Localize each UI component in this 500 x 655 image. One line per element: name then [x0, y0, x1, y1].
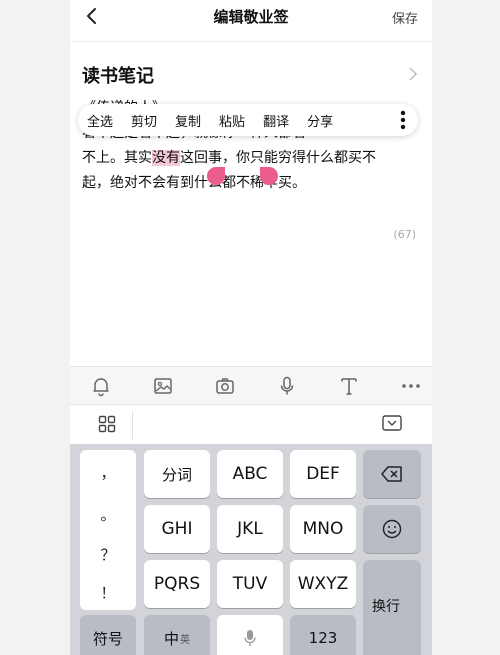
note-title[interactable]: 读书笔记: [82, 62, 154, 88]
key-pqrs[interactable]: PQRS: [144, 560, 210, 608]
backspace-icon: [381, 466, 402, 482]
space-voice-key[interactable]: [217, 615, 283, 655]
key-label: DEF: [306, 464, 340, 484]
menu-paste[interactable]: 粘贴: [210, 111, 254, 130]
header: 编辑敬业签 保存: [70, 0, 432, 36]
punct-question[interactable]: ？: [80, 544, 136, 565]
key-ghi[interactable]: GHI: [144, 505, 210, 553]
key-sub-label: 英: [180, 634, 190, 646]
key-label: 分词: [161, 465, 192, 484]
key-label: TUV: [232, 574, 268, 594]
punct-period[interactable]: 。: [80, 504, 136, 525]
bell-icon[interactable]: [90, 375, 112, 397]
language-switch-key[interactable]: 中英: [144, 615, 210, 655]
text-before-selection: 不上。其实: [82, 150, 152, 166]
emoji-key[interactable]: [363, 505, 421, 553]
key-segment[interactable]: 分词: [144, 450, 210, 498]
selected-text[interactable]: 没有: [152, 150, 180, 166]
key-label: 123: [308, 629, 338, 647]
vertical-more-icon[interactable]: [400, 110, 406, 130]
selection-end-handle[interactable]: [260, 167, 278, 185]
key-label: ABC: [232, 464, 268, 484]
hide-keyboard-icon[interactable]: [382, 415, 402, 431]
text-format-icon[interactable]: [338, 375, 360, 397]
key-label: MNO: [302, 519, 344, 539]
menu-translate[interactable]: 翻译: [254, 111, 298, 130]
number-keyboard-key[interactable]: 123: [290, 615, 356, 655]
key-jkl[interactable]: JKL: [217, 505, 283, 553]
microphone-icon: [244, 630, 256, 646]
text-after-selection: 这回事，你只能穷得什么都买不: [180, 150, 376, 166]
menu-select-all[interactable]: 全选: [78, 111, 122, 130]
menu-share[interactable]: 分享: [298, 111, 342, 130]
key-label: 中: [163, 629, 179, 648]
key-label: PQRS: [153, 574, 201, 594]
keyboard-menu-grid-icon[interactable]: [98, 415, 116, 433]
chevron-right-icon[interactable]: [408, 66, 418, 82]
image-icon[interactable]: [152, 375, 174, 397]
key-abc[interactable]: ABC: [217, 450, 283, 498]
note-line-selected: 不上。其实没有这回事，你只能穷得什么都买不: [82, 146, 422, 171]
key-mno[interactable]: MNO: [290, 505, 356, 553]
header-divider: [70, 41, 432, 42]
note-line: 起，绝对不会有到什么都不稀罕买。: [82, 175, 306, 191]
punct-comma[interactable]: ，: [80, 462, 136, 483]
backspace-key[interactable]: [363, 450, 421, 498]
punctuation-column[interactable]: ， 。 ？ ！: [80, 450, 136, 610]
page-title: 编辑敬业签: [213, 8, 289, 26]
text-selection-menu: 全选 剪切 复制 粘贴 翻译 分享: [78, 104, 418, 136]
key-tuv[interactable]: TUV: [217, 560, 283, 608]
editor-toolbar: [70, 366, 432, 405]
keyboard-top-divider: [132, 411, 133, 439]
symbol-key[interactable]: 符号: [80, 615, 136, 655]
key-label: 符号: [92, 629, 123, 648]
key-label: GHI: [161, 519, 193, 539]
key-def[interactable]: DEF: [290, 450, 356, 498]
microphone-icon[interactable]: [276, 375, 298, 397]
emoji-smile-icon: [382, 519, 402, 539]
character-count: (67): [393, 228, 416, 241]
menu-copy[interactable]: 复制: [166, 111, 210, 130]
pinyin-9-key-keyboard: ， 。 ？ ！ 分词 ABC DEF GHI JKL MNO PQRS TUV …: [70, 444, 432, 655]
selection-start-handle[interactable]: [207, 167, 225, 185]
key-wxyz[interactable]: WXYZ: [290, 560, 356, 608]
camera-icon[interactable]: [214, 375, 236, 397]
keyboard-top-bar: [70, 404, 432, 445]
save-button[interactable]: 保存: [392, 8, 418, 27]
menu-cut[interactable]: 剪切: [122, 111, 166, 130]
key-label: JKL: [237, 519, 263, 539]
notes-editor-screen: 编辑敬业签 保存 读书笔记 《传递的人》 看不起是看不起，就像你一样人都看 不上…: [70, 0, 432, 655]
key-label: WXYZ: [297, 574, 349, 594]
punct-exclamation[interactable]: ！: [80, 582, 136, 603]
more-icon[interactable]: [400, 375, 422, 397]
enter-key-label: 换行: [372, 599, 400, 615]
